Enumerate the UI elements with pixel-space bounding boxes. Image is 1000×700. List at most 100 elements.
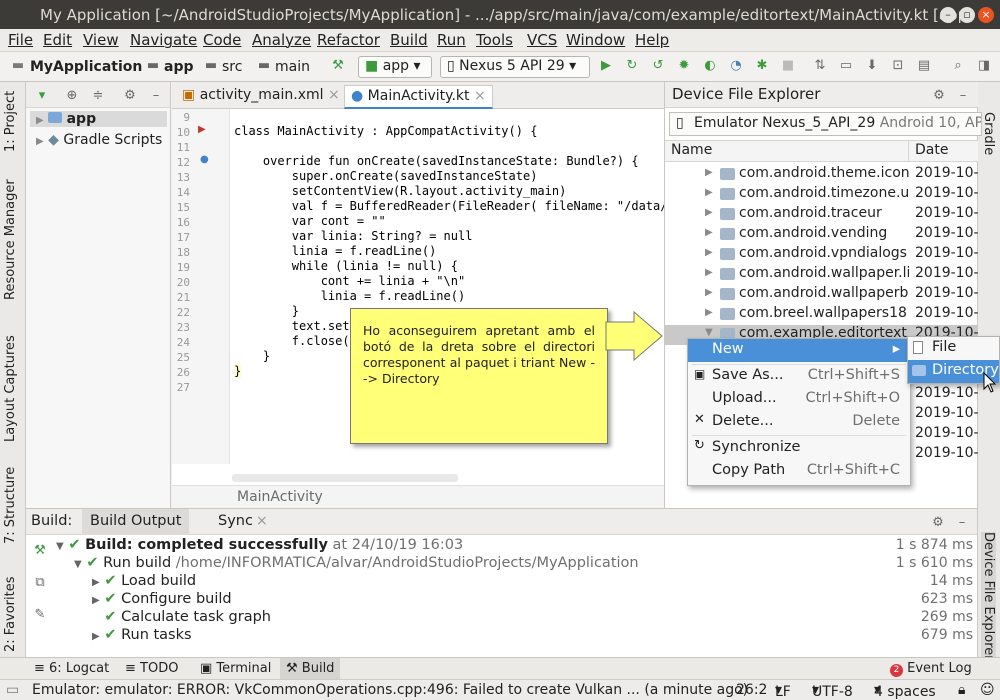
menu-window[interactable]: Window bbox=[566, 31, 625, 49]
layout-inspector-icon[interactable]: ⊡ bbox=[890, 58, 906, 74]
file-encoding[interactable]: UTF-8 ▾ bbox=[812, 682, 853, 700]
close-tab-icon[interactable]: × bbox=[328, 87, 340, 103]
stop-icon[interactable]: ■ bbox=[780, 58, 796, 74]
hammer-icon[interactable]: ⚒ bbox=[32, 543, 48, 559]
hide-icon[interactable]: – bbox=[148, 88, 164, 104]
menu-view[interactable]: View bbox=[83, 31, 119, 49]
menu-run[interactable]: Run bbox=[437, 31, 466, 49]
apply-changes-icon[interactable]: ↻ bbox=[624, 58, 640, 74]
caret-position[interactable]: 26:2 bbox=[736, 682, 767, 698]
tab-gradle[interactable]: Gradle bbox=[981, 112, 996, 155]
menu-item-synchronize[interactable]: ↻ Synchronize bbox=[688, 437, 910, 460]
line-separator[interactable]: LF ▾ bbox=[775, 682, 791, 700]
editor-breadcrumb[interactable]: MainActivity bbox=[172, 485, 664, 508]
sync-gradle-icon[interactable]: ⇅ bbox=[812, 58, 828, 74]
collapse-icon[interactable]: ≑ bbox=[90, 88, 106, 104]
vcs-icon[interactable]: ◨ bbox=[976, 58, 992, 74]
submenu-item-file[interactable]: File bbox=[908, 337, 999, 360]
tab-activity-main-xml[interactable]: ▣ activity_main.xml × bbox=[176, 85, 346, 109]
file-row[interactable]: ▶com.android.timezone.u2019-10-2 bbox=[665, 185, 978, 205]
class-run-icon[interactable]: ▶ bbox=[198, 124, 206, 135]
menu-help[interactable]: Help bbox=[635, 31, 669, 49]
tree-item-app[interactable]: ▶ app bbox=[30, 111, 167, 127]
build-row[interactable]: ▼ ✔ Build: completed successfully at 24/… bbox=[56, 537, 977, 553]
tab-build-output[interactable]: Build Output bbox=[82, 509, 190, 535]
toggle-tool-windows-icon[interactable]: ▭ bbox=[6, 682, 19, 698]
build-row[interactable]: ▼ ✔ Run build /home/INFORMATICA/alvar/An… bbox=[74, 555, 977, 571]
close-tab-icon[interactable]: × bbox=[256, 513, 268, 529]
file-row[interactable]: ▶com.breel.wallpapers182019-10-2 bbox=[665, 305, 978, 325]
hide-icon[interactable]: – bbox=[954, 515, 970, 531]
attach-debugger-icon[interactable]: ✱ bbox=[754, 58, 770, 74]
file-row[interactable]: ▶com.android.vending2019-10-2 bbox=[665, 225, 978, 245]
device-file-explorer-icon[interactable]: ▤ bbox=[916, 58, 932, 74]
android-icon[interactable]: ▾ bbox=[34, 88, 50, 104]
build-row[interactable]: ▶ ✔ Configure build 623 ms bbox=[92, 591, 977, 607]
avd-manager-icon[interactable]: ▭ bbox=[838, 58, 854, 74]
lock-icon[interactable]: 🔒︎ bbox=[958, 682, 965, 698]
hammer-icon[interactable]: ⚒ bbox=[330, 58, 346, 74]
run-icon[interactable]: ▶ bbox=[598, 58, 614, 74]
locate-icon[interactable]: ⊕ bbox=[64, 88, 80, 104]
tool-event-log[interactable]: 2 Event Log bbox=[890, 661, 972, 677]
horizontal-scrollbar[interactable] bbox=[232, 474, 458, 482]
column-date[interactable]: Date bbox=[915, 142, 948, 158]
hide-icon[interactable]: – bbox=[955, 88, 971, 104]
build-row[interactable]: ▶ ✔ Run tasks 679 ms bbox=[92, 627, 977, 643]
tool-todo[interactable]: ≡ TODO bbox=[125, 661, 178, 676]
coverage-icon[interactable]: ◐ bbox=[702, 58, 718, 74]
breadcrumb-main[interactable]: main bbox=[275, 59, 310, 75]
restore-layout-icon[interactable]: ⧉ bbox=[32, 575, 48, 591]
gear-icon[interactable]: ⚙ bbox=[931, 88, 947, 104]
device-select[interactable]: ▯ Emulator Nexus_5_API_29 Android 10, AP… bbox=[669, 112, 982, 136]
tab-structure[interactable]: 7: Structure bbox=[3, 467, 18, 544]
file-row[interactable]: ▶com.android.wallpaperba2019-10-2 bbox=[665, 285, 978, 305]
pin-icon[interactable]: ✎ bbox=[32, 607, 48, 623]
close-tab-icon[interactable]: × bbox=[474, 88, 486, 104]
tool-build[interactable]: ⚒ Build bbox=[280, 658, 341, 679]
status-message[interactable]: Emulator: emulator: ERROR: VkCommonOpera… bbox=[32, 682, 748, 698]
menu-analyze[interactable]: Analyze bbox=[252, 31, 311, 49]
apply-code-icon[interactable]: ↺ bbox=[650, 58, 666, 74]
gear-icon[interactable]: ⚙ bbox=[122, 88, 138, 104]
breadcrumb-src[interactable]: src bbox=[222, 59, 242, 75]
menu-item-new[interactable]: New ▸ bbox=[688, 339, 910, 362]
menu-edit[interactable]: Edit bbox=[43, 31, 72, 49]
tab-project[interactable]: 1: Project bbox=[3, 91, 18, 152]
build-row[interactable]: ▶ ✔ Calculate task graph 269 ms bbox=[92, 609, 977, 625]
tool-logcat[interactable]: ≡ 6: Logcat bbox=[34, 661, 109, 676]
menu-item-save-as[interactable]: ▣ Save As... Ctrl+Shift+S bbox=[688, 365, 910, 388]
menu-item-upload[interactable]: Upload... Ctrl+Shift+O bbox=[688, 388, 910, 411]
file-row[interactable]: ▶com.android.wallpaper.li2019-10-2 bbox=[665, 265, 978, 285]
breadcrumb-app[interactable]: app bbox=[164, 59, 194, 75]
override-icon[interactable]: ● bbox=[200, 154, 209, 165]
file-row[interactable]: ▶com.android.traceur2019-10-2 bbox=[665, 205, 978, 225]
menu-item-copy-path[interactable]: Copy Path Ctrl+Shift+C bbox=[688, 460, 910, 483]
build-row[interactable]: ▶ ✔ Load build 14 ms bbox=[92, 573, 977, 589]
indent-setting[interactable]: 4 spaces ▾ bbox=[874, 682, 936, 700]
minimize-icon[interactable]: – bbox=[940, 7, 956, 23]
menu-file[interactable]: File bbox=[8, 31, 33, 49]
menu-item-delete[interactable]: ✕ Delete... Delete bbox=[688, 411, 910, 434]
run-config-select[interactable]: ■ app ▾ bbox=[358, 56, 432, 78]
file-row[interactable]: ▶com.android.vpndialogs2019-10-2 bbox=[665, 245, 978, 265]
tab-device-file-explorer[interactable]: Device File Explorer bbox=[981, 532, 996, 661]
menu-code[interactable]: Code bbox=[203, 31, 241, 49]
sdk-manager-icon[interactable]: ⬇ bbox=[864, 58, 880, 74]
close-icon[interactable]: × bbox=[978, 7, 994, 23]
device-select[interactable]: ▯ Nexus 5 API 29 ▾ bbox=[440, 56, 590, 78]
menu-tools[interactable]: Tools bbox=[476, 31, 513, 49]
tab-favorites[interactable]: 2: Favorites bbox=[3, 576, 18, 652]
profile-icon[interactable]: ◔ bbox=[728, 58, 744, 74]
maximize-icon[interactable]: ▫ bbox=[959, 7, 975, 23]
search-icon[interactable]: ⌕ bbox=[950, 58, 966, 74]
menu-navigate[interactable]: Navigate bbox=[130, 31, 197, 49]
gear-icon[interactable]: ⚙ bbox=[930, 515, 946, 531]
tab-resource-manager[interactable]: Resource Manager bbox=[3, 179, 18, 300]
menu-build[interactable]: Build bbox=[390, 31, 428, 49]
tab-mainactivity-kt[interactable]: ● MainActivity.kt × bbox=[344, 85, 493, 109]
tree-item-gradle-scripts[interactable]: ▶ ◆ Gradle Scripts bbox=[30, 132, 162, 148]
debug-icon[interactable]: ✹ bbox=[676, 58, 692, 74]
tab-layout-captures[interactable]: Layout Captures bbox=[3, 335, 18, 442]
tool-terminal[interactable]: ▣ Terminal bbox=[200, 661, 271, 676]
